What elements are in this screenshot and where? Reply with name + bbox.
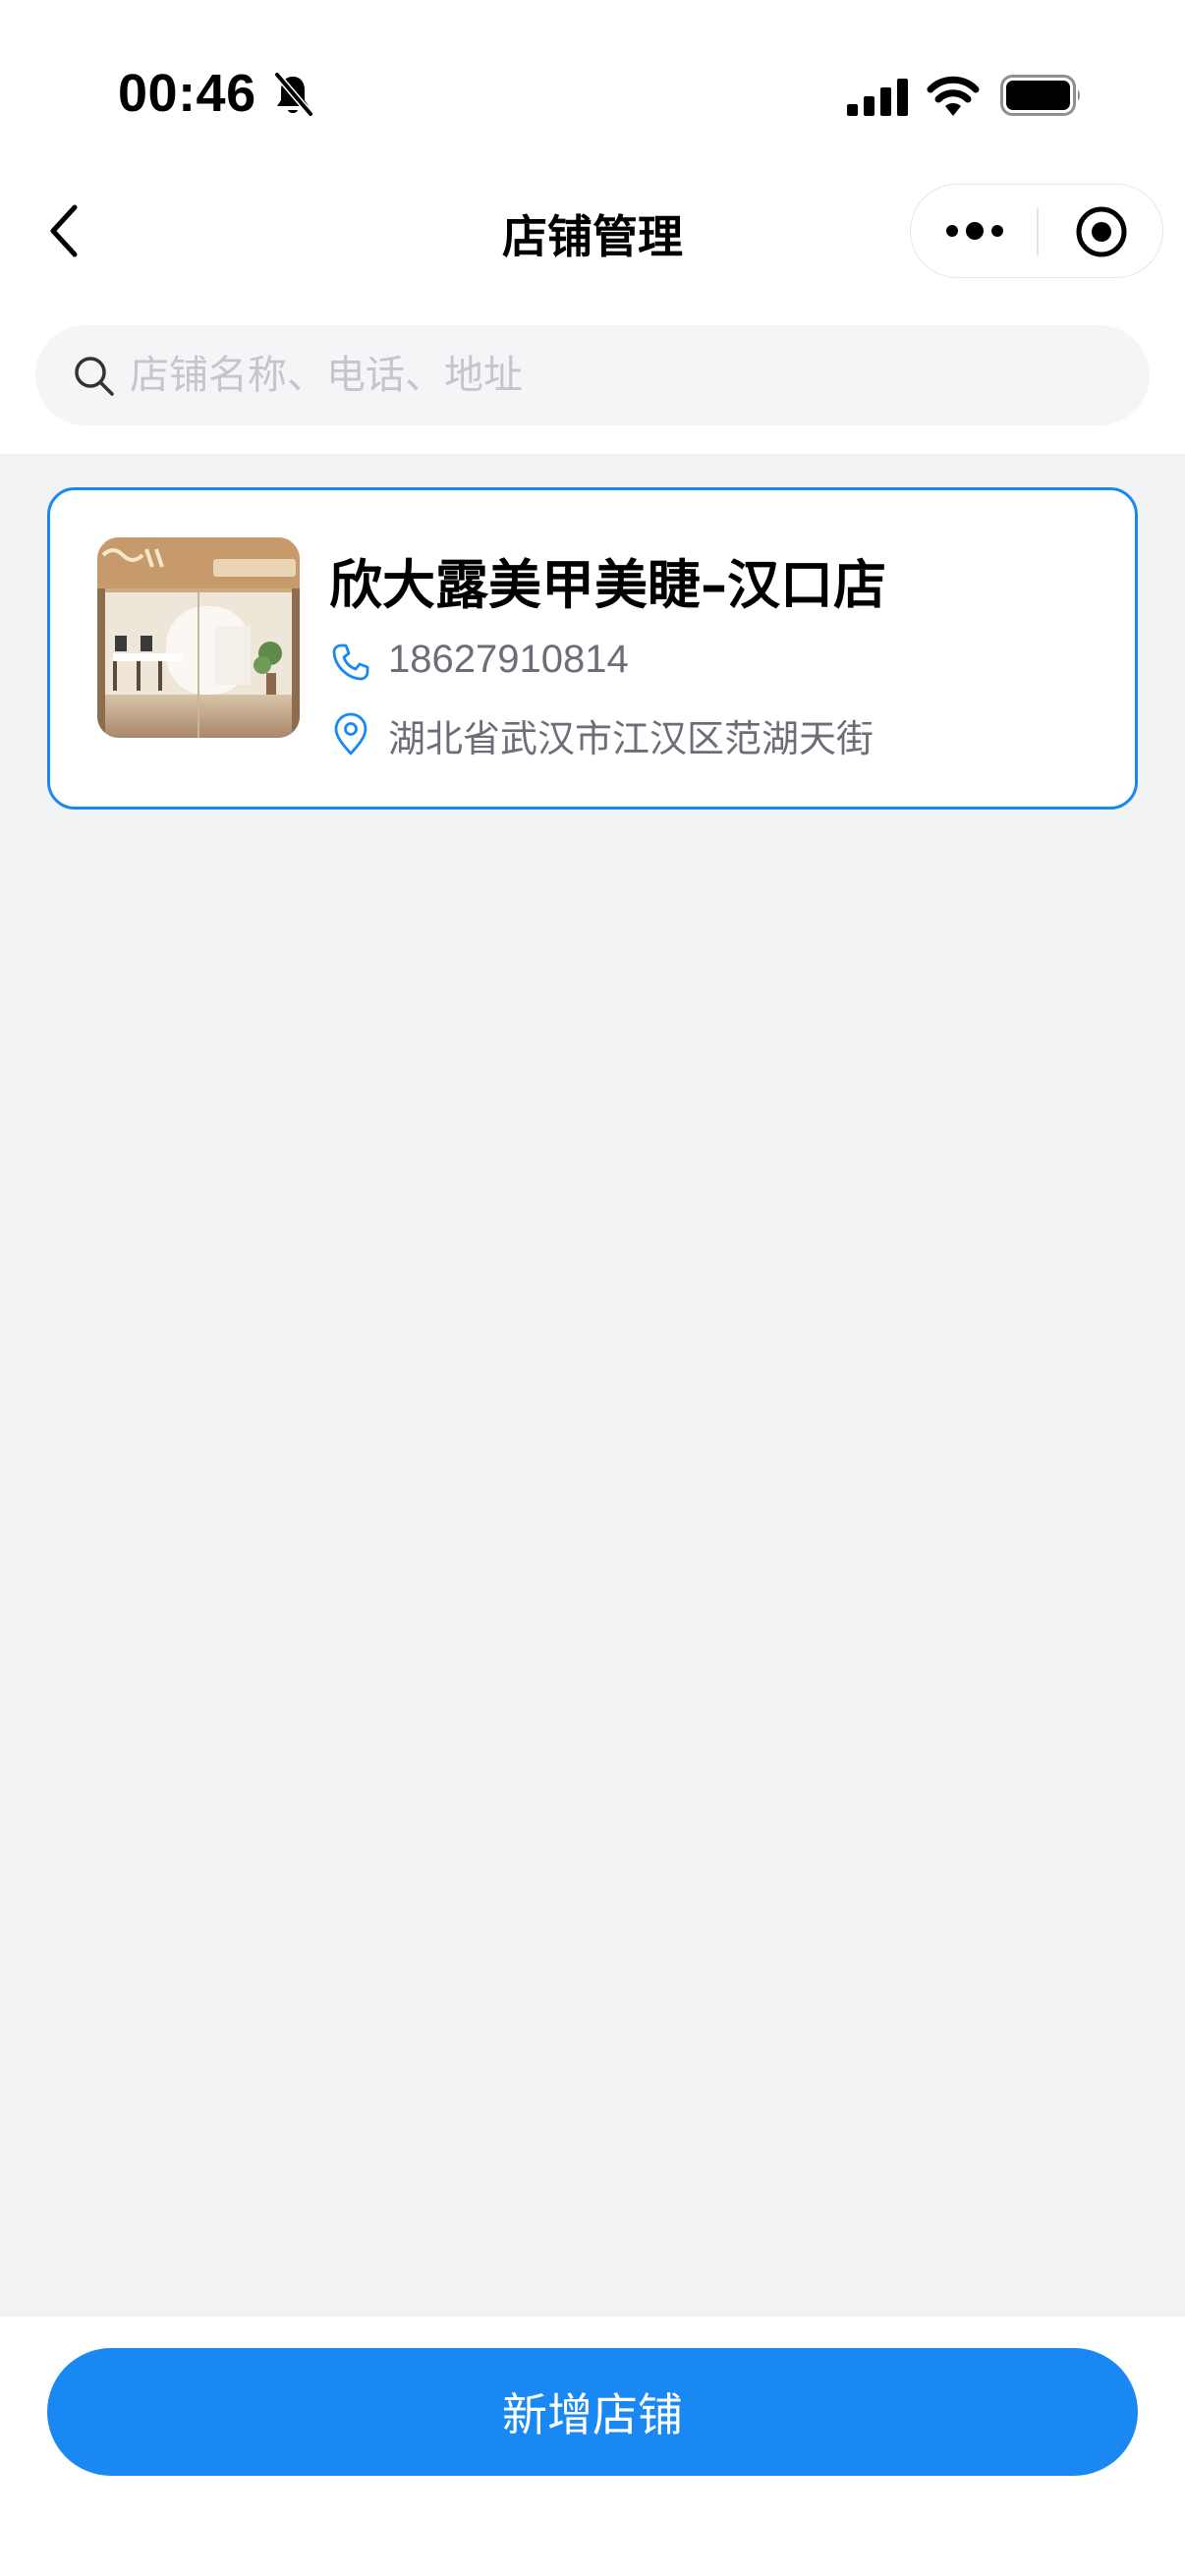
store-card[interactable]: 欣大露美甲美睫–汉口店 18627910814 湖北省武汉市江汉区范湖天街 — [47, 487, 1138, 810]
search-area — [0, 309, 1185, 454]
add-store-button[interactable]: 新增店铺 — [47, 2348, 1138, 2476]
status-bar: 00:46 — [0, 0, 1185, 172]
capsule-divider — [1037, 208, 1039, 255]
store-name: 欣大露美甲美睫–汉口店 — [329, 554, 886, 616]
mini-program-capsule — [910, 184, 1163, 278]
battery-icon — [1000, 75, 1080, 116]
search-box[interactable] — [35, 325, 1150, 425]
wifi-icon — [927, 76, 980, 116]
store-phone: 18627910814 — [388, 638, 629, 681]
more-icon[interactable] — [944, 214, 1005, 248]
store-list: 欣大露美甲美睫–汉口店 18627910814 湖北省武汉市江汉区范湖天街 — [0, 454, 1185, 2317]
store-address: 湖北省武汉市江汉区范湖天街 — [388, 717, 875, 760]
bell-off-icon — [274, 72, 313, 117]
store-photo — [97, 537, 300, 738]
bottom-bar: 新增店铺 — [0, 2317, 1185, 2576]
search-input[interactable] — [130, 325, 1112, 425]
status-time: 00:46 — [118, 64, 256, 123]
phone-icon — [332, 644, 369, 681]
nav-bar: 店铺管理 — [0, 172, 1185, 309]
close-target-icon[interactable] — [1074, 204, 1129, 259]
signal-icon — [847, 79, 908, 116]
location-icon — [334, 712, 367, 756]
search-icon — [75, 357, 114, 396]
